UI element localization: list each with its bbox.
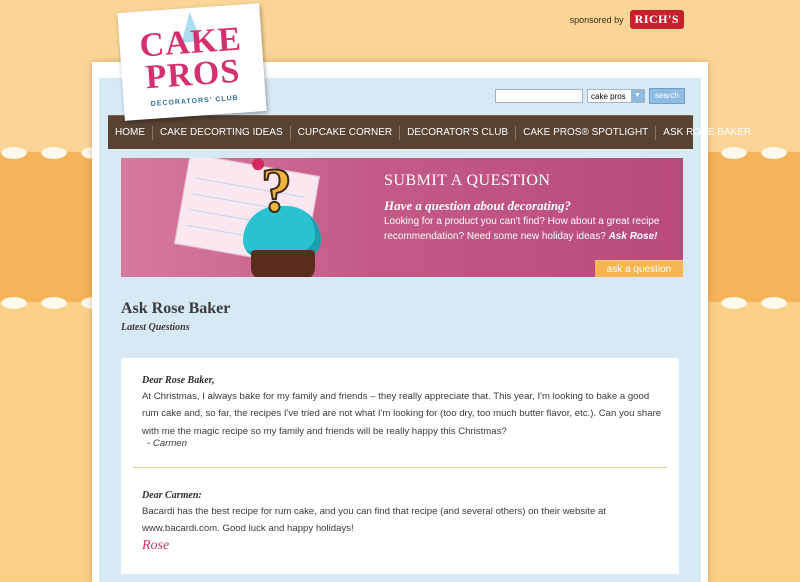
question-mark-icon: ? [260,158,293,226]
sponsor-logo[interactable]: RICH'S [629,10,684,29]
answer-text: Bacardi has the best recipe for rum cake… [142,506,606,535]
question-greeting: Dear Rose Baker, [142,375,215,386]
search-bar: cake pros ▼ search [495,88,685,104]
qa-card: Dear Rose Baker, At Christmas, I always … [121,358,679,574]
banner-emphasis: Ask Rose! [608,231,658,242]
nav-cake-decorating-ideas[interactable]: CAKE DECORTING IDEAS [153,125,291,140]
divider [133,467,667,468]
banner-title: SUBMIT A QUESTION [384,172,551,189]
chevron-down-icon: ▼ [631,90,644,102]
answer-signature: Rose [142,538,170,553]
search-input[interactable] [495,89,583,103]
nav-cupcake-corner[interactable]: CUPCAKE CORNER [291,125,401,140]
ask-question-button[interactable]: ask a question [595,260,683,277]
page-subtitle: Latest Questions [121,322,190,333]
nav-decorators-club[interactable]: DECORATOR'S CLUB [400,125,517,140]
sponsor-label: sponsored by [569,14,624,25]
sponsor: sponsored by RICH'S [570,10,684,29]
cupcake-liner [251,250,315,277]
page-title: Ask Rose Baker [121,300,231,317]
nav-cake-pros-spotlight[interactable]: CAKE PROS® SPOTLIGHT [516,125,657,140]
banner-body: Looking for a product you can't find? Ho… [384,216,660,242]
question-signature: - Carmen [147,438,187,449]
search-scope-select[interactable]: cake pros ▼ [587,89,645,103]
site-logo[interactable]: CAKE PROS DECORATORS' CLUB [117,3,267,121]
main-nav: HOME CAKE DECORTING IDEAS CUPCAKE CORNER… [108,115,751,149]
question-text: At Christmas, I always bake for my famil… [142,391,662,437]
search-button[interactable]: search [649,88,685,104]
nav-home[interactable]: HOME [108,125,153,140]
nav-ask-rose-baker[interactable]: ASK ROSE BAKER [656,126,758,140]
search-scope-value: cake pros [591,91,626,101]
submit-question-banner: ? SUBMIT A QUESTION Have a question abou… [121,158,683,277]
banner-subtitle: Have a question about decorating? [384,198,572,213]
answer-greeting: Dear Carmen: [142,490,202,501]
